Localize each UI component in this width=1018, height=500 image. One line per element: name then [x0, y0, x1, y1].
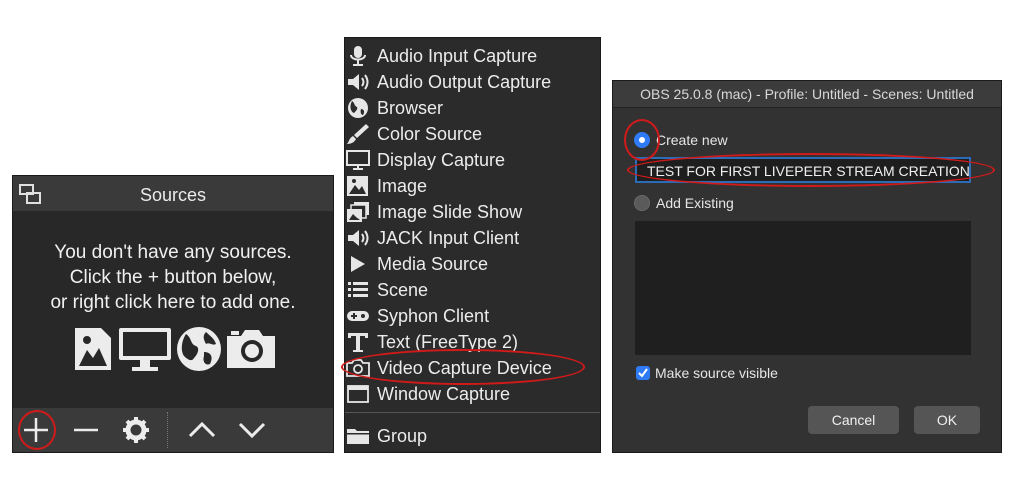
menu-item-display-capture[interactable]: Display Capture [345, 147, 600, 173]
menu-item-audio-input-capture[interactable]: Audio Input Capture [345, 43, 600, 69]
empty-message-line: You don't have any sources. [54, 242, 292, 263]
menu-item-audio-output-capture[interactable]: Audio Output Capture [345, 69, 600, 95]
menu-item-label: Browser [377, 98, 444, 118]
menu-item-scene[interactable]: Scene [345, 277, 600, 303]
existing-sources-list[interactable] [635, 221, 971, 355]
menu-item-label: Image [377, 176, 428, 196]
menu-item-label: Window Capture [377, 384, 511, 404]
menu-item-media-source[interactable]: Media Source [345, 251, 600, 277]
folder-icon [347, 429, 369, 444]
menu-item-browser[interactable]: Browser [345, 95, 600, 121]
menu-item-label: Scene [377, 280, 429, 300]
checkmark-icon [638, 368, 648, 378]
menu-item-label: Syphon Client [377, 306, 490, 326]
dialog-titlebar: OBS 25.0.8 (mac) - Profile: Untitled - S… [613, 81, 1001, 108]
move-up-button[interactable] [186, 414, 218, 446]
menu-item-label: Audio Input Capture [377, 46, 538, 66]
toolbar-separator [167, 412, 168, 448]
menu-item-color-source[interactable]: Color Source [345, 121, 600, 147]
menu-item-label: Image Slide Show [377, 202, 523, 222]
sources-panel: Sources You don't have any sources. Clic… [12, 175, 334, 453]
image-icon [347, 176, 368, 196]
speaker-icon [348, 230, 369, 246]
placeholder-icons [73, 326, 283, 374]
menu-item-label: JACK Input Client [377, 228, 520, 248]
ok-button[interactable]: OK [914, 406, 980, 434]
menu-item-image-slide-show[interactable]: Image Slide Show [345, 199, 600, 225]
menu-separator [345, 412, 600, 413]
source-properties-gear-icon[interactable] [120, 414, 152, 446]
empty-message-line: or right click here to add one. [50, 292, 296, 313]
window-icon [347, 385, 369, 403]
menu-item-label: Color Source [377, 124, 483, 144]
annotation-ellipse-name-field [627, 153, 995, 187]
screenshot-collage: Sources You don't have any sources. Clic… [0, 0, 1018, 500]
menu-item-label: Display Capture [377, 150, 506, 170]
create-new-label: Create new [656, 132, 728, 148]
image-icon [75, 328, 111, 370]
empty-sources-message: You don't have any sources. Click the + … [13, 240, 333, 315]
list-icon [348, 282, 368, 297]
sources-header: Sources [13, 176, 333, 211]
monitor-icon [346, 150, 370, 170]
play-icon [351, 256, 365, 272]
dialog-title: OBS 25.0.8 (mac) - Profile: Untitled - S… [640, 86, 974, 102]
remove-source-button[interactable] [70, 414, 102, 446]
text-icon [348, 333, 368, 352]
globe-icon [348, 98, 368, 118]
globe-icon [177, 327, 221, 371]
add-existing-radio[interactable] [634, 195, 650, 211]
empty-message-line: Click the + button below, [69, 267, 277, 288]
brush-icon [347, 124, 369, 144]
annotation-circle-create-new [624, 119, 660, 161]
sources-title: Sources [139, 185, 207, 205]
make-source-visible-label: Make source visible [655, 365, 778, 381]
gamepad-icon [347, 311, 369, 321]
cancel-button[interactable]: Cancel [808, 406, 899, 434]
make-source-visible-checkbox[interactable] [636, 366, 650, 380]
add-source-menu: Audio Input Capture Audio Output Capture… [341, 37, 601, 453]
menu-item-image[interactable]: Image [345, 173, 600, 199]
slideshow-icon [347, 202, 369, 222]
move-down-button[interactable] [236, 414, 268, 446]
menu-item-label: Audio Output Capture [377, 72, 552, 92]
menu-item-label: Media Source [377, 254, 489, 274]
camera-icon [227, 330, 275, 368]
menu-item-label: Group [377, 426, 428, 446]
speaker-icon [348, 74, 369, 90]
annotation-circle-add [18, 410, 56, 450]
microphone-icon [350, 46, 366, 66]
create-source-dialog: OBS 25.0.8 (mac) - Profile: Untitled - S… [612, 80, 1002, 453]
display-icon [119, 328, 171, 371]
annotation-ellipse-video-capture [341, 349, 585, 385]
add-existing-label: Add Existing [656, 195, 734, 211]
sources-toolbar [13, 408, 333, 452]
menu-item-jack-input-client[interactable]: JACK Input Client [345, 225, 600, 251]
menu-item-syphon-client[interactable]: Syphon Client [345, 303, 600, 329]
menu-item-group[interactable]: Group [345, 423, 600, 449]
